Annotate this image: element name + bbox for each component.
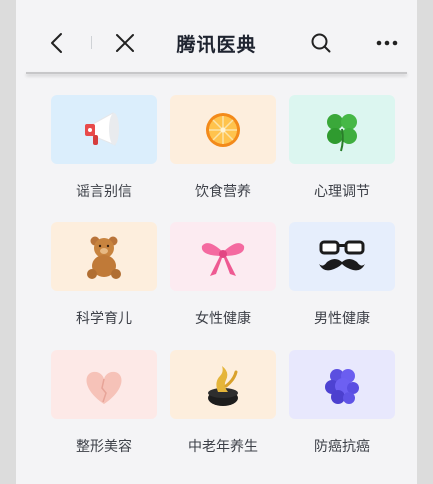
category-tile (51, 95, 157, 164)
megaphone-icon (85, 111, 119, 146)
category-tile (170, 350, 276, 419)
category-item-cosmetic[interactable]: 整形美容 (51, 350, 157, 455)
category-label: 防癌抗癌 (314, 439, 370, 455)
category-tile (289, 95, 395, 164)
category-tile (51, 222, 157, 291)
clover-icon (327, 113, 357, 151)
category-item-cancer[interactable]: 防癌抗癌 (289, 350, 395, 455)
category-item-rumors[interactable]: 谣言别信 (51, 95, 157, 200)
category-label: 心理调节 (314, 184, 370, 200)
glasses-mustache-icon (319, 240, 365, 270)
category-tile (289, 222, 395, 291)
category-label: 谣言别信 (76, 184, 132, 200)
category-item-diet[interactable]: 饮食营养 (170, 95, 276, 200)
category-label: 饮食营养 (195, 184, 251, 200)
category-tile (289, 350, 395, 419)
app-sheet: 腾讯医典 谣言别信 饮食营养 心理调节 科学育儿 女性健康 男性健康 整形美容 … (16, 0, 417, 484)
category-tile (170, 95, 276, 164)
teddy-bear-icon (87, 236, 121, 279)
category-item-women-health[interactable]: 女性健康 (170, 222, 276, 327)
category-tile (51, 350, 157, 419)
gold-pot-icon (208, 365, 238, 406)
category-item-mental[interactable]: 心理调节 (289, 95, 395, 200)
category-label: 科学育儿 (76, 311, 132, 327)
category-grid: 谣言别信 饮食营养 心理调节 科学育儿 女性健康 男性健康 整形美容 中老年养生… (16, 0, 417, 484)
category-tile (170, 222, 276, 291)
category-label: 中老年养生 (188, 439, 258, 455)
category-label: 男性健康 (314, 311, 370, 327)
purple-cluster-icon (325, 368, 359, 404)
category-label: 女性健康 (195, 311, 251, 327)
bow-icon (201, 242, 245, 276)
category-item-men-health[interactable]: 男性健康 (289, 222, 395, 327)
heart-icon (86, 371, 122, 404)
category-label: 整形美容 (76, 439, 132, 455)
category-item-parenting[interactable]: 科学育儿 (51, 222, 157, 327)
category-item-elderly[interactable]: 中老年养生 (170, 350, 276, 455)
orange-slice-icon (206, 112, 240, 147)
